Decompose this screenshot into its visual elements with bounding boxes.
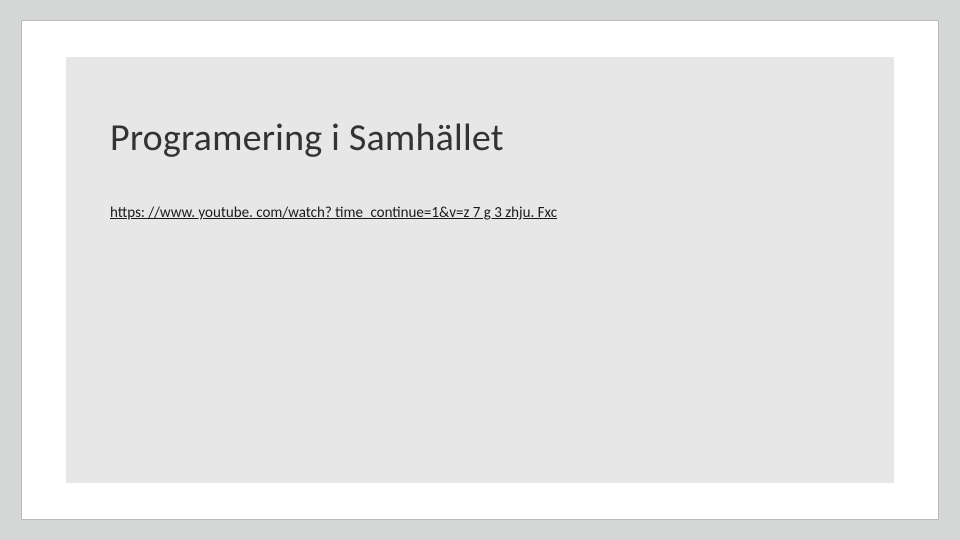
slide-background: Programering i Samhället https: //www. y… <box>66 57 894 483</box>
slide-content: Programering i Samhället https: //www. y… <box>110 115 850 222</box>
youtube-link[interactable]: https: //www. youtube. com/watch? time_c… <box>110 204 557 222</box>
slide-title: Programering i Samhället <box>110 115 850 161</box>
slide-container: Programering i Samhället https: //www. y… <box>21 20 939 520</box>
